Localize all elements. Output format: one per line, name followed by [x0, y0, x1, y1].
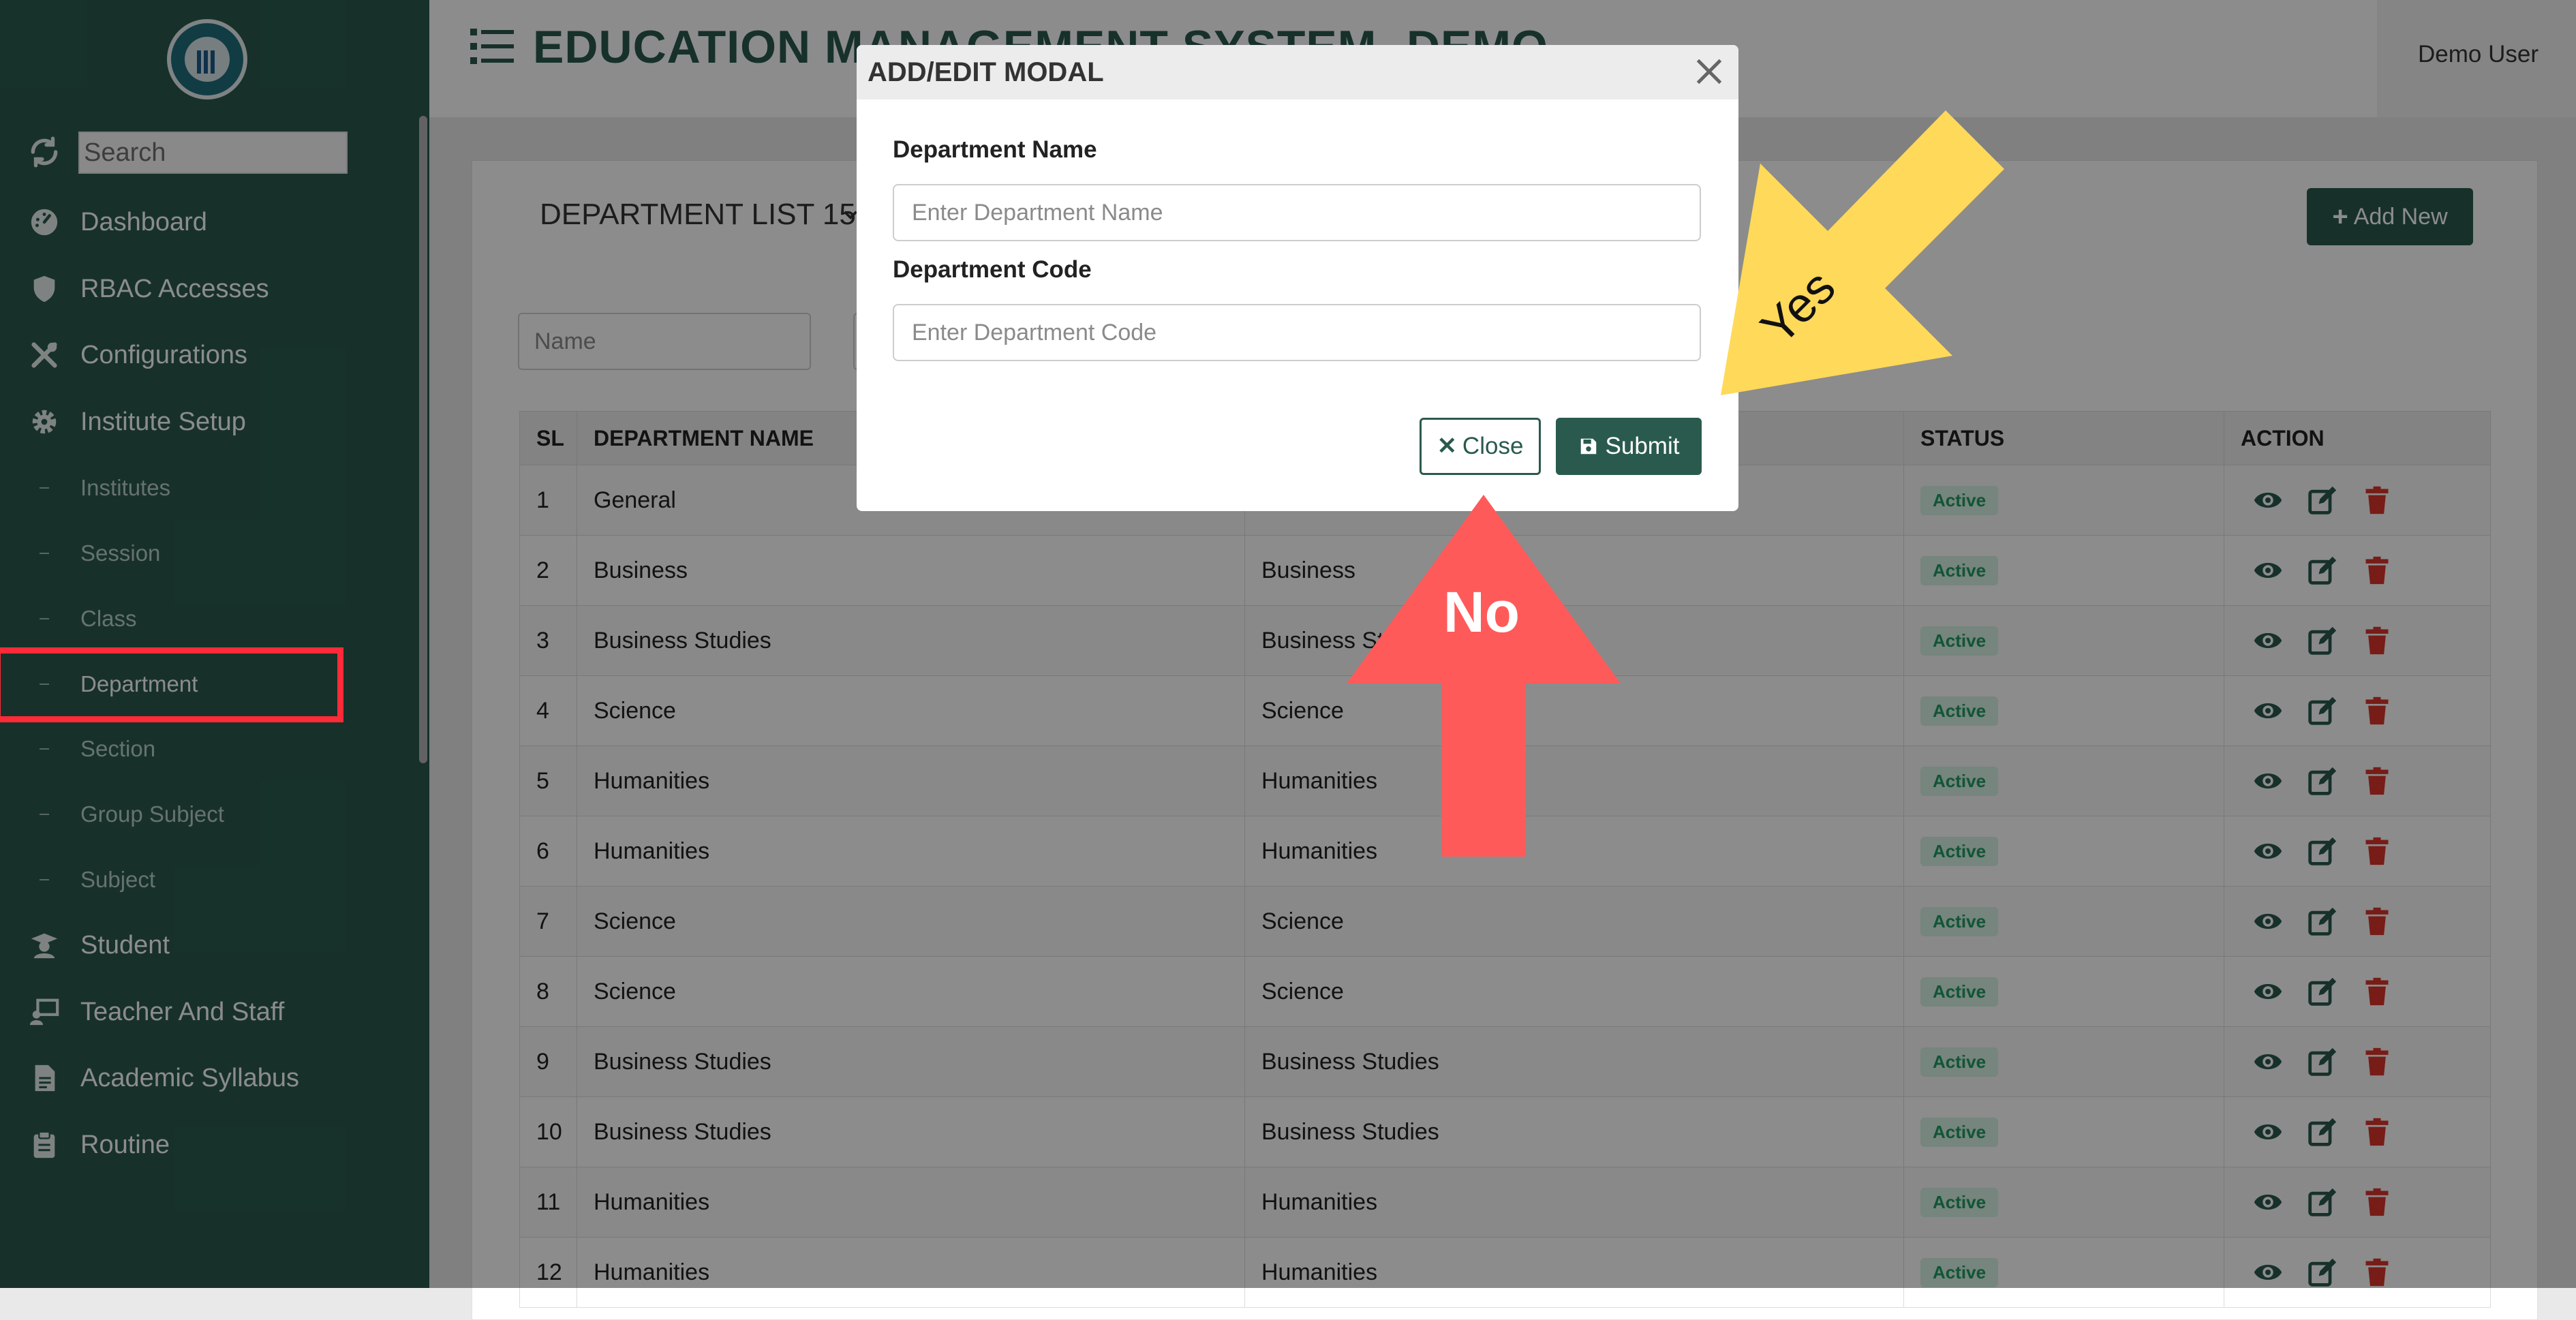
no-annotation-label: No — [1443, 580, 1520, 644]
x-icon: ✕ — [1437, 433, 1457, 459]
modal-title: ADD/EDIT MODAL — [868, 57, 1104, 87]
active-item-highlight — [0, 647, 343, 722]
close-icon[interactable] — [1687, 49, 1732, 94]
department-name-input[interactable] — [893, 184, 1701, 241]
close-button[interactable]: ✕ Close — [1420, 418, 1541, 475]
save-icon — [1580, 438, 1596, 455]
department-name-label: Department Name — [893, 136, 1097, 163]
add-edit-modal: ADD/EDIT MODAL Department Name Departmen… — [857, 45, 1738, 511]
department-code-label: Department Code — [893, 256, 1092, 283]
submit-button-label: Submit — [1605, 433, 1680, 459]
department-code-input[interactable] — [893, 304, 1701, 361]
close-button-label: Close — [1462, 433, 1524, 459]
submit-button[interactable]: Submit — [1556, 418, 1702, 475]
